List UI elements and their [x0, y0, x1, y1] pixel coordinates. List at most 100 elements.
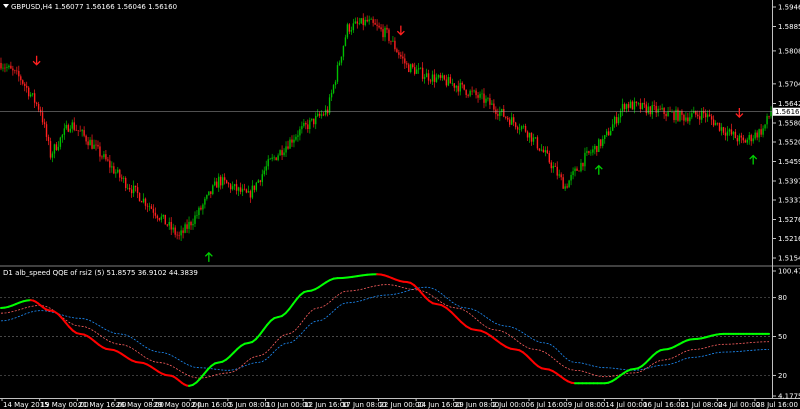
candle-body — [214, 181, 216, 186]
candle-body — [538, 148, 541, 151]
candle-body — [188, 221, 190, 229]
candle-body — [368, 19, 370, 22]
candle-body — [128, 187, 131, 190]
candle-body — [562, 177, 564, 189]
candle-body — [257, 180, 260, 183]
candle-body — [398, 52, 400, 55]
candle-body — [602, 138, 604, 146]
candle-body — [742, 137, 744, 141]
candle-body — [65, 124, 68, 129]
candle-body — [594, 145, 596, 150]
candle-body — [659, 108, 661, 110]
candle-body — [744, 140, 746, 143]
candle-body — [315, 115, 317, 125]
candle-body — [45, 124, 48, 137]
candle-body — [689, 117, 691, 122]
candle-body — [279, 150, 281, 156]
candle-body — [770, 111, 772, 117]
candle-body — [170, 221, 172, 230]
candle-body — [336, 65, 339, 82]
trading-chart[interactable]: GBPUSD,H4 1.56077 1.56166 1.56046 1.5616… — [0, 0, 800, 409]
candle-body — [414, 67, 416, 74]
candle-body — [253, 185, 256, 190]
candle-body — [439, 75, 442, 78]
candle-body — [514, 122, 517, 128]
candle-body — [412, 64, 414, 68]
candle-body — [47, 136, 50, 142]
main-title-text: GBPUSD,H4 1.56077 1.56166 1.56046 1.5616… — [11, 3, 177, 11]
candle-body — [152, 208, 155, 213]
candle-body — [554, 165, 556, 167]
candle-body — [580, 162, 582, 172]
candle-body — [633, 101, 636, 110]
candle-body — [568, 180, 570, 188]
candle-body — [53, 144, 56, 154]
candle-body — [451, 83, 454, 84]
candle-body — [243, 188, 246, 190]
candle-body — [756, 132, 758, 138]
candle-body — [225, 180, 228, 184]
candle-body — [596, 145, 598, 152]
candle-body — [566, 186, 568, 188]
candle-body — [309, 120, 311, 130]
candle-body — [730, 129, 733, 135]
candle-body — [105, 154, 107, 160]
candle-body — [79, 130, 81, 132]
candle-body — [528, 132, 531, 138]
indicator-title: D1 alb_speed QQE of rsi2 (5) 51.8575 36.… — [3, 269, 198, 277]
candle-body — [132, 185, 135, 194]
candle-body — [673, 111, 675, 121]
candle-body — [530, 132, 533, 142]
candle-body — [109, 160, 111, 168]
candle-body — [41, 112, 44, 123]
candle-body — [615, 117, 618, 124]
candle-body — [683, 114, 685, 121]
candle-body — [728, 129, 731, 132]
candle-body — [631, 101, 634, 110]
candle-body — [164, 214, 166, 225]
candle-body — [184, 224, 186, 233]
candle-body — [762, 128, 764, 135]
candle-body — [194, 215, 196, 224]
candle-body — [223, 177, 226, 181]
price-tick-label: 1.57040 — [778, 80, 800, 88]
candle-body — [59, 137, 62, 147]
candle-body — [542, 149, 545, 153]
candle-body — [206, 195, 208, 199]
candle-body — [685, 117, 687, 121]
candle-body — [706, 114, 709, 118]
candle-body — [657, 108, 659, 113]
candle-body — [130, 189, 133, 194]
candle-body — [641, 102, 644, 110]
candle-body — [693, 110, 695, 114]
candle-body — [609, 130, 612, 136]
candle-body — [489, 98, 491, 105]
candle-body — [297, 135, 299, 137]
candle-body — [208, 191, 210, 196]
candle-body — [200, 207, 202, 210]
candle-body — [28, 87, 30, 97]
candle-body — [10, 65, 12, 69]
candle-body — [445, 79, 448, 86]
candle-body — [544, 150, 547, 153]
candle-body — [281, 150, 283, 156]
candle-body — [174, 227, 176, 235]
candle-body — [301, 126, 303, 130]
candle-body — [18, 70, 20, 77]
candle-body — [239, 187, 242, 192]
candle-body — [196, 215, 198, 216]
candle-body — [768, 116, 770, 117]
candle-body — [453, 83, 455, 88]
candle-body — [33, 93, 36, 103]
candle-body — [410, 64, 412, 73]
candle-body — [499, 111, 501, 116]
candle-body — [572, 171, 574, 175]
candle-body — [311, 118, 313, 121]
candle-body — [629, 101, 632, 108]
candle-body — [322, 114, 325, 116]
candle-body — [503, 109, 505, 117]
candle-body — [271, 157, 273, 159]
candle-body — [140, 201, 143, 203]
candle-body — [390, 40, 392, 42]
candle-body — [35, 102, 38, 104]
